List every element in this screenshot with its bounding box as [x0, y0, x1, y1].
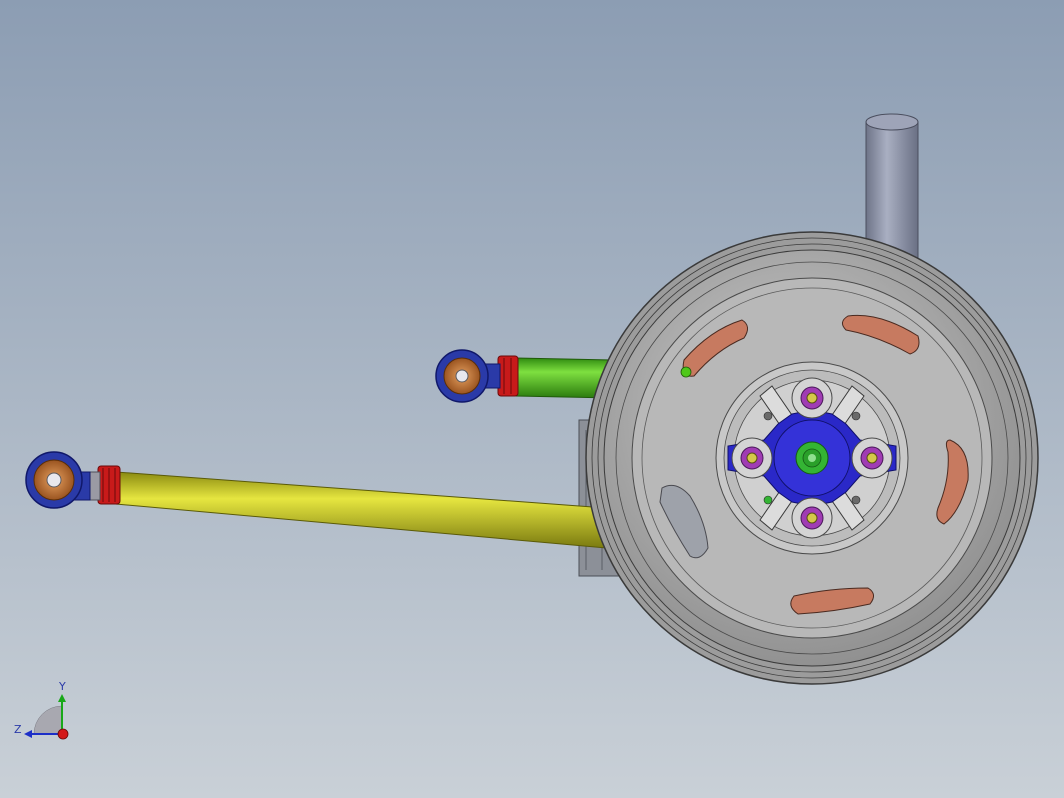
- y-axis-label: Y: [58, 680, 66, 693]
- x-axis-point: [57, 728, 69, 740]
- lower-jam-nut: [85, 465, 121, 505]
- upper-jam-nut: [497, 355, 519, 397]
- cad-viewport[interactable]: Y Z: [0, 0, 1064, 798]
- shock-absorber[interactable]: [865, 113, 919, 263]
- wheel-assembly[interactable]: [585, 231, 1039, 685]
- assembly-model[interactable]: Y Z: [0, 0, 1064, 798]
- z-axis-label: Z: [14, 723, 22, 736]
- lug-nut-right: [851, 437, 893, 479]
- lug-nut-left: [731, 437, 773, 479]
- lug-nut-bottom: [791, 497, 833, 539]
- spindle[interactable]: [795, 441, 829, 475]
- lug-nut-top: [791, 377, 833, 419]
